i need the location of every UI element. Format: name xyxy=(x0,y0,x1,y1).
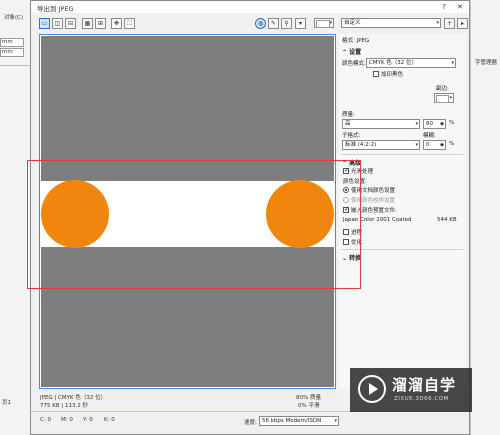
spinner-icon: ◆ xyxy=(440,121,444,127)
dialog-title: 导出到 JPEG xyxy=(37,5,74,13)
cmyk-y-readout: Y: 0 xyxy=(83,417,93,423)
preview-smoothing-info: 0% 平滑 xyxy=(298,403,320,409)
pan-icon: ✥ xyxy=(113,20,120,27)
speed-select[interactable]: 56 kbps Modem/ISDN ▾ xyxy=(259,416,339,426)
preset-add-button[interactable]: + xyxy=(444,18,455,29)
cmyk-m-readout: M: 0 xyxy=(61,417,73,423)
chevron-down-icon: ▾ xyxy=(415,142,418,148)
more-icon: ▾ xyxy=(298,20,302,27)
zoom-icon: ⚲ xyxy=(284,20,289,27)
color-swatch-select[interactable]: ▾ xyxy=(314,18,334,28)
unit-label-1: mm xyxy=(2,39,13,45)
ruler-line xyxy=(0,65,30,66)
preview-size-info: 775 KB | 113.2 秒 xyxy=(40,403,88,409)
highlight-box xyxy=(27,160,361,289)
blur-spinner[interactable]: 0 ◆ xyxy=(423,140,446,150)
preview-quality-info: 80% 质量 xyxy=(296,395,321,401)
chevron-down-icon: ▾ xyxy=(329,20,332,26)
split-horizontal-button[interactable]: ⊟ xyxy=(65,18,76,29)
preset-select[interactable]: 自定义 ▾ xyxy=(341,18,441,28)
object-menu[interactable]: 对象(C) xyxy=(4,13,23,21)
split-horizontal-icon: ⊟ xyxy=(67,20,74,27)
right-docker: 字管理器 xyxy=(470,0,500,435)
fit-page-icon: ⛶ xyxy=(127,20,132,27)
preview-format-info: JPEG | CMYK 色（32 位） xyxy=(40,395,107,401)
close-button[interactable]: ✕ xyxy=(453,2,467,12)
divider xyxy=(341,154,463,155)
quality-spinner[interactable]: 80 ◆ xyxy=(423,119,446,129)
watermark-brand: 溜溜自学 xyxy=(392,376,457,394)
matte-label: 副边: xyxy=(436,86,449,92)
color-mode-select[interactable]: CMYK 色（32 位） ▾ xyxy=(366,58,456,68)
fit-page-button[interactable]: ⛶ xyxy=(124,18,135,29)
speed-label: 速度: xyxy=(244,420,257,426)
help-button[interactable]: ? xyxy=(437,2,451,12)
cmyk-c-readout: C: 0 xyxy=(40,417,51,423)
chevron-down-icon: ▾ xyxy=(415,121,418,127)
blur-percent: % xyxy=(449,141,455,147)
split-vertical-button[interactable]: ◫ xyxy=(52,18,63,29)
quad-view-button[interactable]: ⊞ xyxy=(95,18,106,29)
unit-label-2: mm xyxy=(2,49,13,55)
chevron-down-icon: ▾ xyxy=(334,418,337,424)
quality-number: 80 xyxy=(426,121,433,127)
color-mode-label: 颜色模式: xyxy=(342,61,366,67)
quality-value: 高 xyxy=(345,121,351,127)
hand-tool-button[interactable]: ◍ xyxy=(255,18,266,29)
blur-label: 模糊: xyxy=(423,133,436,139)
subformat-select[interactable]: 标准 (4:2:2) ▾ xyxy=(342,140,420,150)
eyedropper-button[interactable]: ✎ xyxy=(268,18,279,29)
quad-view-icon: ⊞ xyxy=(97,20,104,27)
profile-size: 544 KB xyxy=(437,217,457,223)
overprint-black-label: 加印黑色 xyxy=(381,72,404,78)
pan-tool-button[interactable]: ✥ xyxy=(111,18,122,29)
subformat-label: 子格式: xyxy=(342,133,361,139)
settings-header-label: 设置 xyxy=(349,49,362,56)
format-label: 格式: JPEG xyxy=(342,38,370,44)
single-view-button[interactable]: ▭ xyxy=(39,18,50,29)
page-tab[interactable]: 页1 xyxy=(2,398,11,406)
preset-next-button[interactable]: ▸ xyxy=(457,18,468,29)
color-swatch xyxy=(316,20,330,28)
single-view-icon: ▭ xyxy=(41,20,48,27)
blur-value: 0 xyxy=(426,142,430,148)
chevron-down-icon: ▾ xyxy=(449,95,452,101)
play-icon: ▸ xyxy=(460,20,464,27)
play-logo-icon xyxy=(358,375,386,403)
preset-value: 自定义 xyxy=(344,20,361,26)
title-bar: 导出到 JPEG ? ✕ xyxy=(31,1,469,13)
settings-header[interactable]: ⌃ 设置 xyxy=(342,47,361,56)
subformat-value: 标准 (4:2:2) xyxy=(345,142,377,148)
zoom-button[interactable]: ⚲ xyxy=(281,18,292,29)
chevron-down-icon: ▾ xyxy=(451,60,454,66)
color-mode-value: CMYK 色（32 位） xyxy=(369,60,418,66)
quality-percent: % xyxy=(449,120,455,126)
hand-icon: ◍ xyxy=(257,20,264,27)
cmyk-k-readout: K: 0 xyxy=(104,417,115,423)
watermark: 溜溜自学 ZIXUE.3D66.COM xyxy=(350,368,472,412)
preview-layout-button[interactable]: ▦ xyxy=(82,18,93,29)
preview-layout-icon: ▦ xyxy=(84,20,91,27)
spinner-icon: ◆ xyxy=(440,142,444,148)
quality-select[interactable]: 高 ▾ xyxy=(342,119,420,129)
speed-value: 56 kbps Modem/ISDN xyxy=(262,418,322,424)
chevron-down-icon: ▾ xyxy=(436,20,439,26)
overprint-black-checkbox[interactable] xyxy=(373,71,379,77)
more-tools-button[interactable]: ▾ xyxy=(295,18,306,29)
matte-color-select[interactable]: ▾ xyxy=(434,93,454,103)
manager-label: 字管理器 xyxy=(475,60,498,66)
watermark-url: ZIXUE.3D66.COM xyxy=(394,396,449,402)
add-icon: + xyxy=(446,20,453,27)
quality-label: 质量: xyxy=(342,112,355,118)
matte-swatch xyxy=(436,95,449,103)
eyedropper-icon: ✎ xyxy=(270,20,277,27)
split-vertical-icon: ◫ xyxy=(54,20,61,27)
